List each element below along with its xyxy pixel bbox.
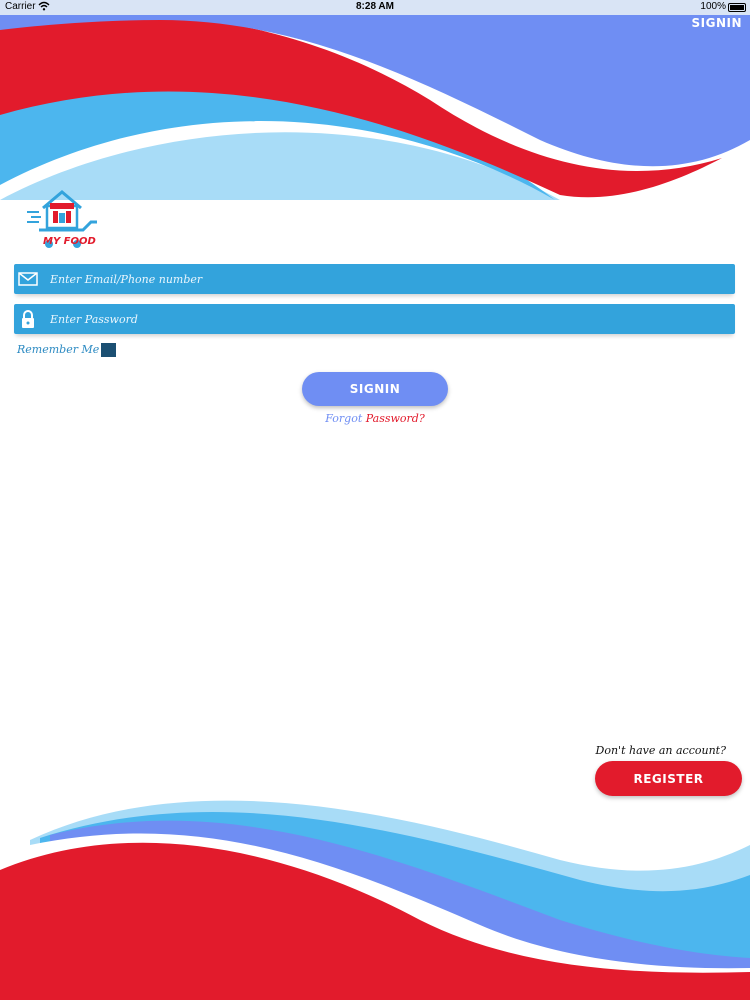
remember-me-label: Remember Me — [17, 343, 100, 356]
mail-icon — [18, 269, 38, 289]
password-field[interactable] — [14, 304, 735, 334]
lock-icon — [18, 309, 38, 329]
svg-text:MY FOOD: MY FOOD — [43, 236, 96, 247]
email-input[interactable] — [50, 264, 730, 294]
battery-icon — [728, 3, 746, 12]
password-text: Password? — [365, 412, 425, 425]
remember-me-checkbox[interactable] — [101, 343, 116, 357]
register-button[interactable]: REGISTER — [595, 761, 742, 796]
password-input[interactable] — [50, 304, 730, 334]
header-signin-link[interactable]: SIGNIN — [691, 16, 742, 30]
battery-percent: 100% — [700, 1, 726, 12]
background-waves — [0, 12, 750, 1000]
no-account-text: Don't have an account? — [595, 744, 726, 757]
email-field[interactable] — [14, 264, 735, 294]
status-bar: Carrier 8:28 AM 100% — [0, 0, 750, 15]
clock: 8:28 AM — [356, 1, 394, 12]
signin-button[interactable]: SIGNIN — [302, 372, 448, 406]
forgot-text: Forgot — [325, 412, 363, 425]
forgot-password-link[interactable]: Forgot Password? — [0, 412, 750, 425]
my-food-logo: MY FOOD — [25, 186, 100, 250]
